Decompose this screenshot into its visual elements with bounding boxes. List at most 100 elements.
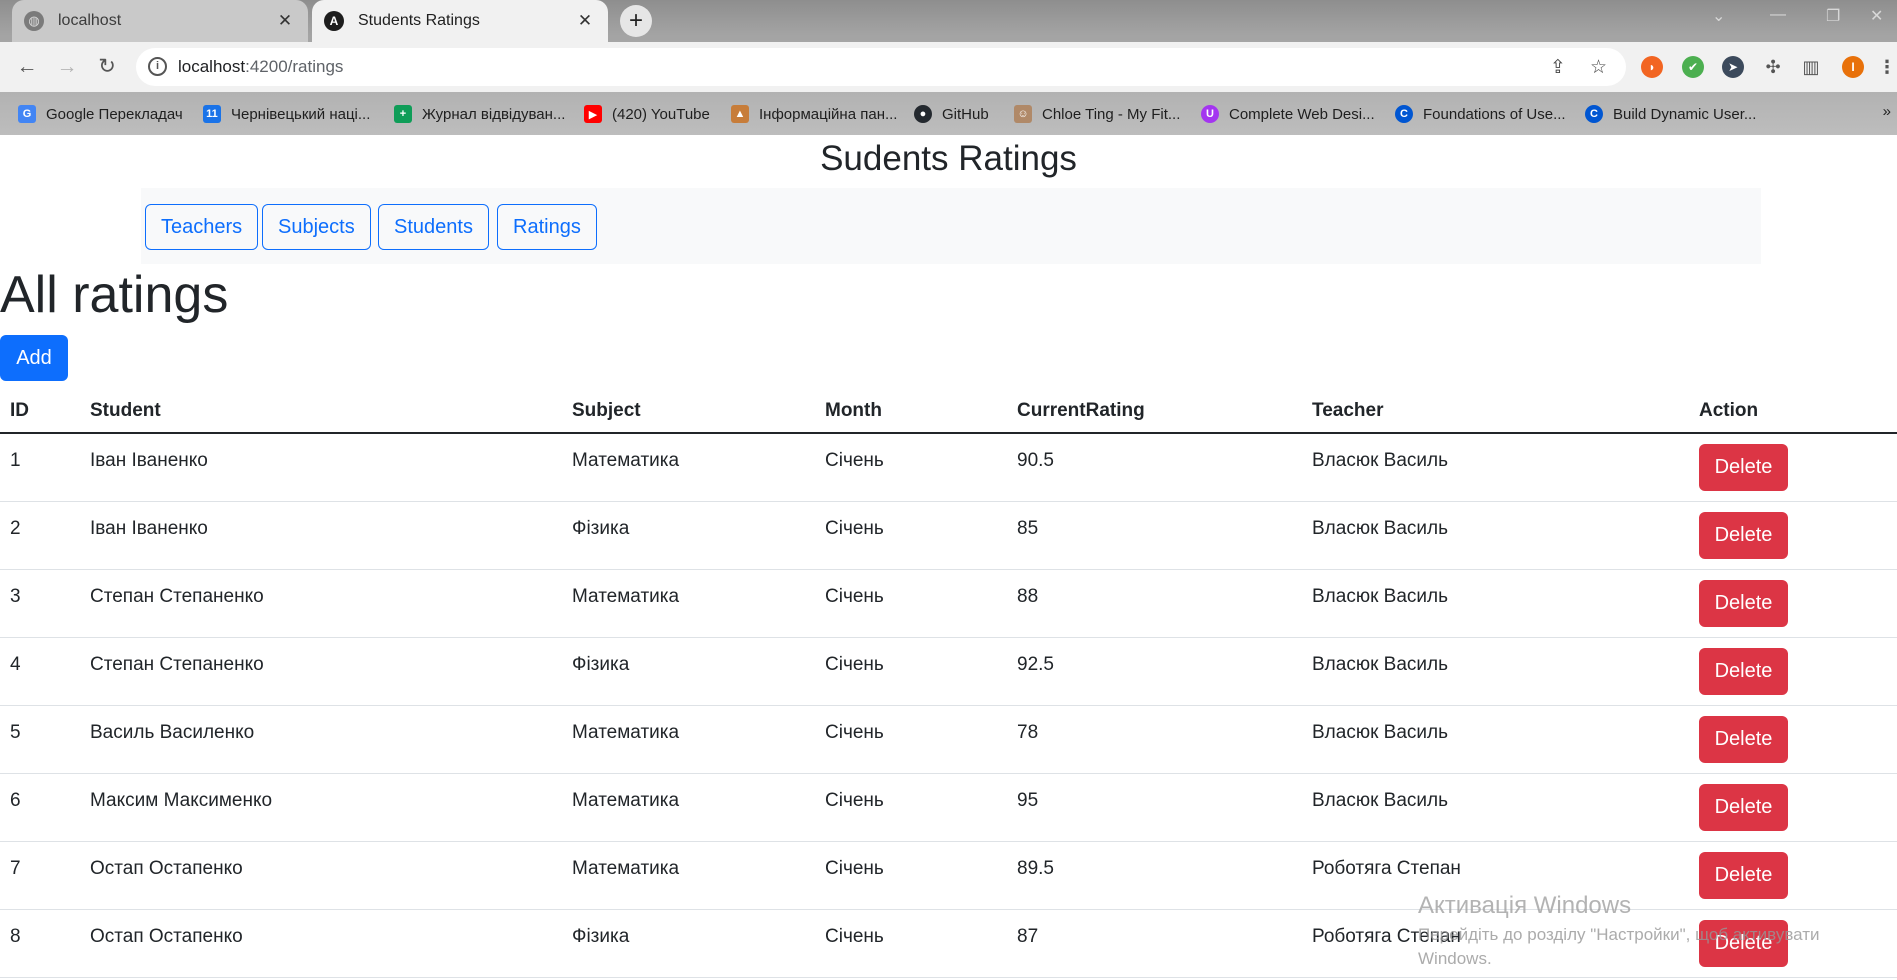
graduation-icon: ▲ (731, 105, 749, 123)
info-icon[interactable]: i (148, 57, 167, 76)
share-icon[interactable]: ⇪ (1550, 56, 1566, 79)
cell-id: 1 (0, 433, 80, 502)
delete-button[interactable]: Delete (1699, 579, 1788, 627)
cell-rating: 90.5 (1007, 433, 1302, 502)
delete-button[interactable]: Delete (1699, 783, 1788, 831)
back-icon[interactable]: ← (12, 52, 42, 82)
cell-teacher: Власюк Василь (1302, 501, 1689, 570)
column-header-action: Action (1689, 389, 1897, 434)
nav-subjects-button[interactable]: Subjects (262, 204, 371, 250)
bookmark-label: Google Перекладач (46, 105, 183, 123)
extension-shield-icon[interactable]: ✔ (1682, 56, 1704, 78)
delete-button[interactable]: Delete (1699, 511, 1788, 559)
cell-action: Delete (1689, 841, 1897, 910)
profile-avatar-icon[interactable]: I (1842, 56, 1864, 78)
angular-icon: A (324, 11, 344, 31)
globe-icon: ◍ (24, 11, 44, 31)
delete-button[interactable]: Delete (1699, 851, 1788, 899)
cell-student: Іван Іваненко (80, 433, 562, 502)
close-icon[interactable]: ✕ (274, 11, 296, 31)
add-rating-button[interactable]: Add (0, 335, 68, 381)
extension-cursor-icon[interactable]: ➤ (1722, 56, 1744, 78)
forward-icon[interactable]: → (52, 52, 82, 82)
bookmark-github[interactable]: ● GitHub (914, 103, 989, 125)
table-row: 8 Остап Остапенко Фізика Січень 87 Робот… (0, 909, 1897, 978)
bookmark-chloe-ting[interactable]: ☺ Chloe Ting - My Fit... (1014, 103, 1180, 125)
cell-subject: Фізика (562, 501, 815, 570)
address-bar[interactable]: i localhost:4200/ratings ⇪ ☆ (136, 48, 1626, 86)
page-heading: All ratings (0, 266, 229, 324)
cell-month: Січень (815, 705, 1007, 774)
cell-teacher: Власюк Василь (1302, 637, 1689, 706)
bookmark-chnu[interactable]: 11 Чернівецький наці... (203, 103, 370, 125)
cell-rating: 78 (1007, 705, 1302, 774)
bookmark-label: (420) YouTube (612, 105, 710, 123)
cell-teacher: Власюк Василь (1302, 433, 1689, 502)
url-path: :4200/ratings (245, 57, 344, 76)
cell-teacher: Роботяга Степан (1302, 841, 1689, 910)
nav-ratings-button[interactable]: Ratings (497, 204, 597, 250)
star-icon[interactable]: ☆ (1590, 56, 1607, 79)
url-host: localhost (178, 57, 246, 76)
coursera-icon: C (1395, 105, 1413, 123)
cell-id: 6 (0, 773, 80, 842)
table-row: 2 Іван Іваненко Фізика Січень 85 Власюк … (0, 501, 1897, 570)
bookmark-label: Інформаційна пан... (759, 105, 898, 123)
delete-button[interactable]: Delete (1699, 919, 1788, 967)
cell-id: 2 (0, 501, 80, 570)
cell-action: Delete (1689, 501, 1897, 570)
cell-action: Delete (1689, 705, 1897, 774)
maximize-icon[interactable]: ❐ (1826, 6, 1840, 26)
page-content: Sudents Ratings Teachers Subjects Studen… (0, 135, 1897, 980)
tab-localhost[interactable]: ◍ localhost ✕ (12, 0, 308, 42)
cell-id: 3 (0, 569, 80, 638)
delete-button[interactable]: Delete (1699, 715, 1788, 763)
bookmark-complete-web[interactable]: U Complete Web Desi... (1201, 103, 1375, 125)
bookmark-foundations[interactable]: C Foundations of Use... (1395, 103, 1566, 125)
delete-button[interactable]: Delete (1699, 444, 1788, 491)
calendar-icon: 11 (203, 105, 221, 123)
puzzle-icon[interactable]: ✣ (1762, 56, 1784, 78)
delete-button[interactable]: Delete (1699, 647, 1788, 695)
app-title: Sudents Ratings (820, 139, 1077, 178)
sidebar-icon[interactable]: ▥ (1800, 56, 1822, 78)
bookmarks-more-icon[interactable]: » (1883, 103, 1891, 120)
cell-subject: Математика (562, 433, 815, 502)
column-header-student: Student (80, 389, 562, 434)
cell-rating: 87 (1007, 909, 1302, 978)
cell-subject: Фізика (562, 637, 815, 706)
url-text[interactable]: localhost:4200/ratings (178, 57, 343, 77)
new-tab-button[interactable]: + (620, 5, 652, 37)
cell-month: Січень (815, 433, 1007, 502)
cell-month: Січень (815, 909, 1007, 978)
close-icon[interactable]: ✕ (574, 11, 596, 31)
cell-rating: 89.5 (1007, 841, 1302, 910)
table-row: 7 Остап Остапенко Математика Січень 89.5… (0, 841, 1897, 910)
bookmark-build-dynamic[interactable]: C Build Dynamic User... (1585, 103, 1756, 125)
reload-icon[interactable]: ↻ (92, 52, 122, 82)
tab-title: localhost (58, 12, 122, 29)
bookmark-youtube[interactable]: ▶ (420) YouTube (584, 103, 710, 125)
chevron-down-icon[interactable]: ⌄ (1712, 6, 1725, 26)
bookmark-label: Complete Web Desi... (1229, 105, 1375, 123)
cell-subject: Математика (562, 705, 815, 774)
extension-rss-icon[interactable]: ◗ (1641, 56, 1663, 78)
cell-action: Delete (1689, 433, 1897, 502)
cell-month: Січень (815, 637, 1007, 706)
cell-rating: 88 (1007, 569, 1302, 638)
nav-students-button[interactable]: Students (378, 204, 489, 250)
tab-title: Students Ratings (358, 12, 480, 29)
cell-action: Delete (1689, 569, 1897, 638)
bookmark-google-translate[interactable]: G Google Перекладач (18, 103, 183, 125)
nav-teachers-button[interactable]: Teachers (145, 204, 259, 250)
minimize-icon[interactable]: — (1770, 6, 1786, 24)
cell-student: Максим Максименко (80, 773, 562, 842)
browser-chrome: ◍ localhost ✕ A Students Ratings ✕ + ⌄ —… (0, 0, 1897, 135)
cell-subject: Математика (562, 841, 815, 910)
menu-icon[interactable]: ⋮ (1876, 56, 1897, 78)
bookmark-journal[interactable]: + Журнал відвідуван... (394, 103, 565, 125)
bookmark-info-panel[interactable]: ▲ Інформаційна пан... (731, 103, 897, 125)
ratings-table: ID Student Subject Month CurrentRating T… (0, 389, 1897, 978)
window-close-icon[interactable]: ✕ (1870, 6, 1883, 26)
tab-students-ratings[interactable]: A Students Ratings ✕ (312, 0, 608, 42)
